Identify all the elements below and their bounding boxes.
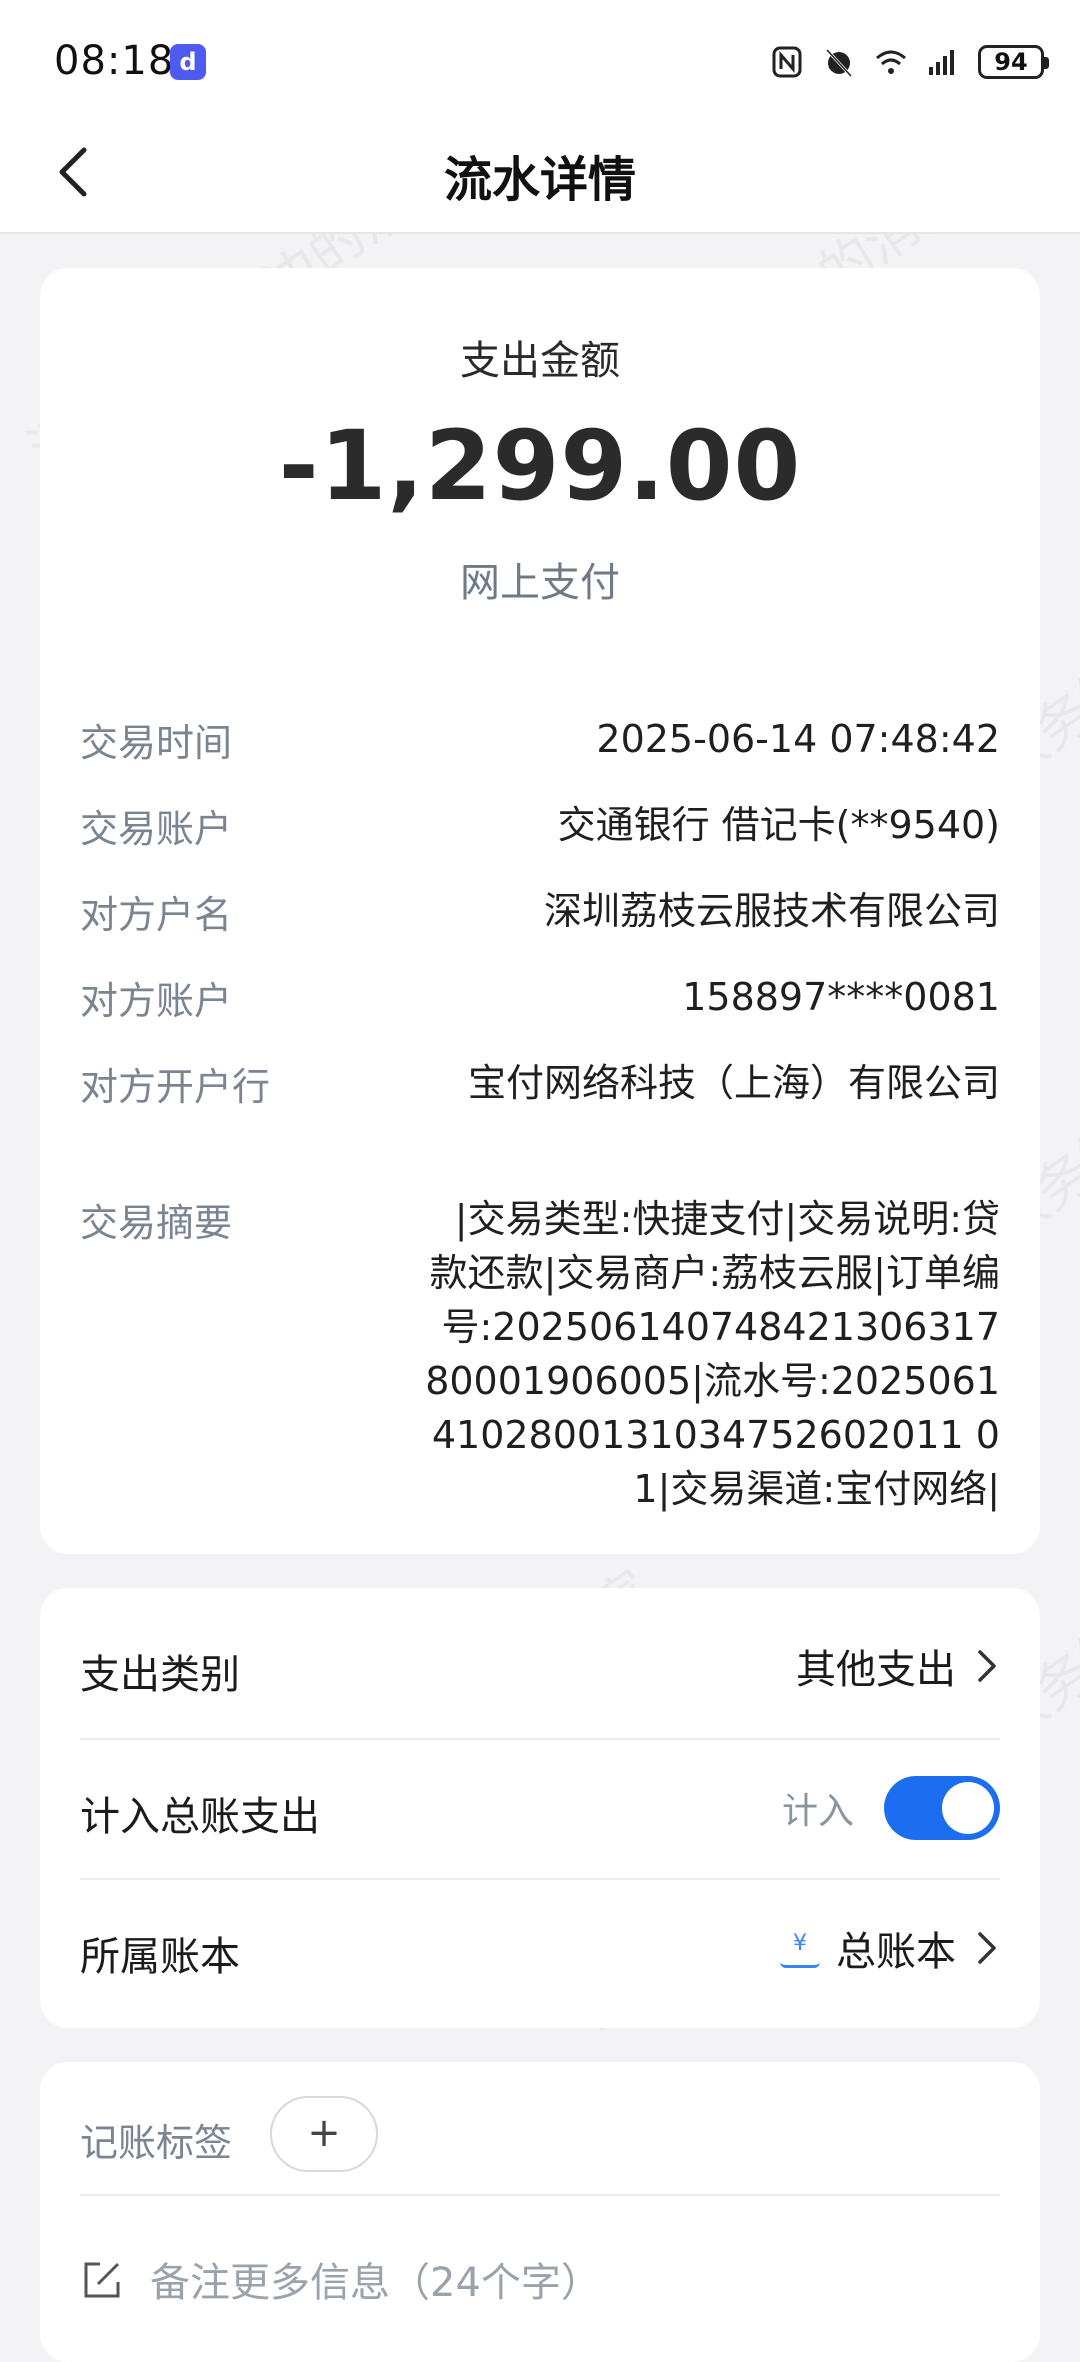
detail-value: 交通银行 借记卡(**9540)	[557, 803, 1000, 847]
add-tag-button[interactable]: +	[270, 2096, 378, 2172]
ledger-selector[interactable]: ¥ 总账本	[780, 1918, 1000, 1978]
detail-key: 交易时间	[80, 721, 233, 765]
toggle-knob	[942, 1782, 994, 1834]
note-input[interactable]: 备注更多信息（24个字）	[150, 2250, 601, 2308]
detail-value: 2025-06-14 07:48:42	[596, 717, 1000, 761]
category-value: 其他支出	[796, 1647, 956, 1693]
detail-value: 深圳荔枝云服技术有限公司	[543, 889, 1000, 933]
detail-value: |交易类型:快捷支付|交易说明:贷款还款|交易商户:荔枝云服|订单编号:2025…	[425, 1197, 1000, 1511]
status-icons: 94	[770, 40, 1049, 84]
divider	[80, 2194, 1000, 2196]
nfc-icon	[772, 46, 802, 78]
yen-book-icon: ¥	[780, 1928, 820, 1968]
wifi-icon	[876, 50, 906, 74]
signal-icon	[929, 50, 954, 75]
include-state: 计入	[781, 1791, 854, 1832]
detail-value: 宝付网络科技（上海）有限公司	[467, 1061, 1000, 1105]
amount-value: -1,299.00	[278, 410, 802, 522]
detail-key: 交易账户	[80, 807, 233, 851]
tag-label: 记账标签	[80, 2121, 233, 2165]
transaction-card: 支出金额 -1,299.00 网上支付 交易时间 2025-06-14 07:4…	[40, 268, 1040, 1554]
chevron-right-icon	[978, 1932, 996, 1964]
category-selector[interactable]: 其他支出	[796, 1636, 1000, 1696]
include-toggle[interactable]	[884, 1776, 1000, 1840]
top-bar: 08:18 d 94 流水详情	[0, 0, 1080, 234]
extras-card: 记账标签 + 备注更多信息（24个字）	[40, 2062, 1040, 2362]
ledger-value: 总账本	[836, 1929, 956, 1975]
ledger-label: 所属账本	[80, 1934, 240, 1980]
include-label: 计入总账支出	[80, 1794, 320, 1840]
include-row: 计入总账支出 计入	[80, 1738, 1000, 1878]
detail-key: 交易摘要	[80, 1201, 233, 1245]
battery-indicator: 94	[978, 45, 1049, 79]
page-title: 流水详情	[443, 152, 636, 208]
amount-label: 支出金额	[460, 338, 620, 384]
settings-card: 支出类别 其他支出 计入总账支出 计入 所属账本 ¥ 总账本	[40, 1588, 1040, 2028]
chevron-right-icon	[978, 1650, 996, 1682]
include-control: 计入	[781, 1776, 1000, 1840]
detail-value: 158897****0081	[682, 975, 1000, 1019]
payment-method: 网上支付	[460, 560, 620, 606]
detail-key: 对方开户行	[80, 1065, 271, 1109]
category-label: 支出类别	[80, 1652, 240, 1698]
ledger-row[interactable]: 所属账本 ¥ 总账本	[80, 1878, 1000, 2018]
edit-note-icon	[84, 2262, 120, 2298]
alarm-off-icon	[825, 48, 853, 78]
detail-key: 对方户名	[80, 893, 233, 937]
category-row[interactable]: 支出类别 其他支出	[80, 1596, 1000, 1736]
status-time: 08:18	[54, 38, 175, 84]
app-notification-icon: d	[170, 44, 206, 80]
detail-key: 对方账户	[80, 979, 233, 1023]
